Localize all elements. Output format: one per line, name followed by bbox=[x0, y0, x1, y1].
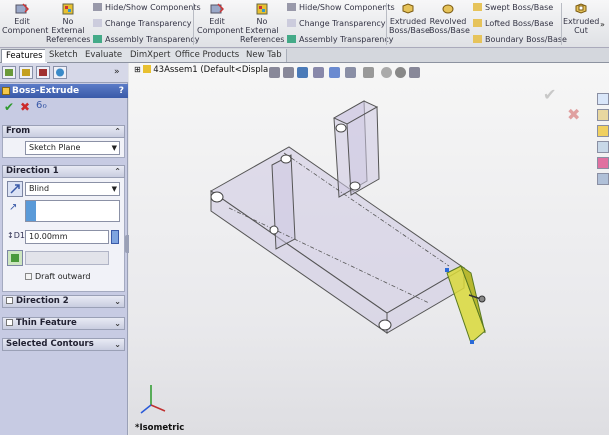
edit-component-icon bbox=[15, 3, 30, 15]
from-section-header[interactable]: From ⌃ bbox=[2, 125, 125, 138]
direction1-section-header[interactable]: Direction 1 ⌃ bbox=[2, 165, 125, 178]
selected-contours-section-header[interactable]: Selected Contours ⌄ bbox=[2, 338, 125, 351]
command-manager-ribbon: Edit Component No External References Hi… bbox=[0, 0, 609, 48]
swept-boss-icon bbox=[473, 3, 482, 11]
hole-2 bbox=[280, 154, 292, 164]
assembly-transparency-icon bbox=[93, 35, 102, 43]
lofted-boss-icon bbox=[473, 19, 482, 27]
tab-features[interactable]: Features bbox=[1, 49, 48, 63]
direction-selection-box[interactable] bbox=[25, 200, 120, 222]
ribbon-overflow-chevron-icon[interactable]: » bbox=[600, 20, 605, 29]
hide-show-icon bbox=[287, 3, 296, 11]
boundary-boss-icon bbox=[473, 35, 482, 43]
no-references-icon bbox=[61, 3, 75, 15]
extruded-cut-button[interactable]: Extruded Cut bbox=[563, 2, 599, 35]
revolved-boss-icon bbox=[441, 3, 455, 15]
tab-office-products[interactable]: Office Products bbox=[171, 49, 245, 62]
end-condition-dropdown[interactable]: Blind ▼ bbox=[25, 182, 120, 196]
no-external-references-button-1[interactable]: No External References bbox=[46, 2, 90, 44]
cancel-x-icon[interactable]: ✖ bbox=[20, 100, 30, 114]
panel-toolbar: » bbox=[0, 63, 128, 83]
from-dropdown[interactable]: Sketch Plane ▼ bbox=[25, 141, 120, 155]
depth-input[interactable]: 10.00mm bbox=[25, 230, 109, 244]
revolved-boss-button[interactable]: Revolved Boss/Base bbox=[429, 2, 470, 35]
feature-title-bar: Boss-Extrude ? bbox=[0, 84, 128, 98]
direction-vector-icon: ↗ bbox=[9, 202, 18, 213]
feature-manager-tab-icon[interactable] bbox=[2, 66, 16, 79]
tab-new-tab[interactable]: New Tab bbox=[242, 49, 287, 62]
graphics-viewport[interactable]: ⊞ 43Assem1 (Default<Displa... ✔ ✖ *Isome… bbox=[129, 63, 609, 435]
selected-extrude-preview bbox=[445, 264, 486, 344]
help-icon[interactable]: ? bbox=[119, 84, 124, 98]
tab-evaluate[interactable]: Evaluate bbox=[81, 49, 128, 62]
assembly-transparency-icon bbox=[287, 35, 296, 43]
change-transparency-button-2[interactable]: Change Transparency bbox=[287, 19, 386, 29]
hole-4 bbox=[335, 123, 347, 133]
reverse-direction-icon[interactable] bbox=[7, 181, 23, 197]
configuration-manager-tab-icon[interactable] bbox=[36, 66, 50, 79]
transparency-icon bbox=[287, 19, 296, 27]
hole-5 bbox=[349, 181, 361, 191]
ribbon-separator bbox=[193, 3, 194, 45]
edit-component-button-2[interactable]: Edit Component bbox=[197, 2, 243, 35]
ribbon-separator bbox=[386, 3, 387, 45]
extruded-boss-icon bbox=[401, 3, 415, 15]
ok-check-icon[interactable]: ✔ bbox=[4, 100, 14, 114]
view-orientation-label: *Isometric bbox=[135, 423, 185, 433]
hide-show-icon bbox=[93, 3, 102, 11]
lofted-boss-button[interactable]: Lofted Boss/Base bbox=[473, 19, 553, 29]
transparency-icon bbox=[93, 19, 102, 27]
no-external-references-button-2[interactable]: No External References bbox=[240, 2, 284, 44]
extruded-boss-button[interactable]: Extruded Boss/Base bbox=[389, 2, 430, 35]
swept-boss-button[interactable]: Swept Boss/Base bbox=[473, 3, 553, 13]
assembly-transparency-button-1[interactable]: Assembly Transparency bbox=[93, 35, 199, 45]
boundary-boss-button[interactable]: Boundary Boss/Base bbox=[473, 35, 567, 45]
ribbon-separator bbox=[561, 3, 562, 45]
edit-component-button-1[interactable]: Edit Component bbox=[2, 2, 48, 35]
property-manager-tab-icon[interactable] bbox=[19, 66, 33, 79]
extruded-cut-icon bbox=[574, 3, 588, 15]
edit-component-icon bbox=[210, 3, 225, 15]
property-manager-panel: » Boss-Extrude ? ✔ ✖ 6ℴ From ⌃ Sketch Pla… bbox=[0, 63, 128, 435]
tab-dimxpert[interactable]: DimXpert bbox=[126, 49, 176, 62]
draft-toggle-icon[interactable] bbox=[7, 250, 23, 266]
draft-angle-input[interactable] bbox=[25, 251, 109, 265]
direction1-section-body: Blind ▼ ↗ ↕D1 10.00mm Draft outward bbox=[2, 178, 125, 292]
thin-feature-section-header[interactable]: Thin Feature ⌄ bbox=[2, 317, 125, 330]
panel-expand-icon[interactable]: » bbox=[114, 67, 120, 77]
change-transparency-button-1[interactable]: Change Transparency bbox=[93, 19, 192, 29]
depth-spinner[interactable] bbox=[111, 230, 119, 244]
from-section-body: Sketch Plane ▼ bbox=[2, 138, 125, 158]
hole-6 bbox=[378, 319, 392, 331]
triad-axes-icon bbox=[140, 385, 166, 414]
draft-outward-checkbox[interactable]: Draft outward bbox=[25, 272, 90, 281]
hide-show-components-button-1[interactable]: Hide/Show Components bbox=[93, 3, 201, 13]
no-references-icon bbox=[255, 3, 269, 15]
hole-1 bbox=[210, 191, 224, 203]
model-geometry bbox=[140, 100, 486, 414]
direction2-section-header[interactable]: Direction 2 ⌄ bbox=[2, 295, 125, 308]
tab-sketch[interactable]: Sketch bbox=[45, 49, 83, 62]
feature-title: Boss-Extrude bbox=[12, 86, 80, 96]
assembly-transparency-button-2[interactable]: Assembly Transparency bbox=[287, 35, 393, 45]
hide-show-components-button-2[interactable]: Hide/Show Components bbox=[287, 3, 395, 13]
boss-extrude-icon bbox=[2, 87, 10, 95]
depth-d1-icon: ↕D1 bbox=[7, 231, 25, 240]
hole-3 bbox=[269, 225, 279, 235]
preview-glasses-icon[interactable]: 6ℴ bbox=[36, 100, 47, 111]
inner-link-face bbox=[271, 154, 296, 250]
command-manager-tabs: Features Sketch Evaluate DimXpert Office… bbox=[0, 48, 609, 63]
display-manager-tab-icon[interactable] bbox=[53, 66, 67, 79]
ok-cancel-row: ✔ ✖ 6ℴ bbox=[0, 100, 128, 114]
